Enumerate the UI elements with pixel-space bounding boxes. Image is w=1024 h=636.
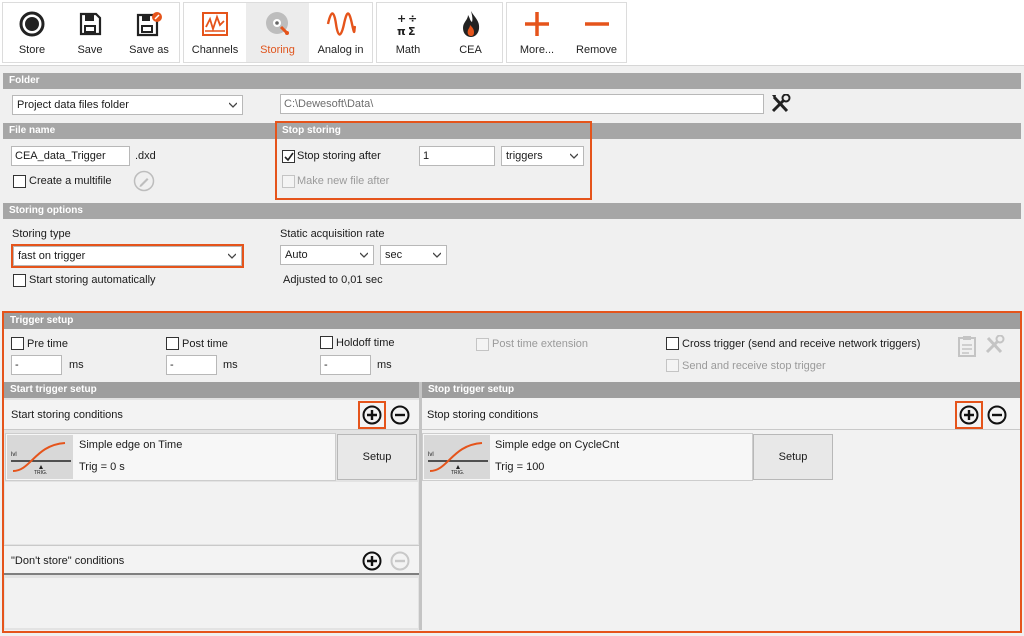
toolbar-group-file: Store Save Save as [2, 2, 180, 63]
adjusted-rate-text: Adjusted to 0,01 sec [283, 274, 383, 286]
more-button[interactable]: More... [507, 3, 567, 62]
toolbar-group-edit: More... Remove [506, 2, 627, 63]
minus-icon [584, 22, 609, 26]
folder-select-value: Project data files folder [17, 99, 129, 111]
storing-icon [265, 12, 289, 35]
toolbar: Store Save Save as Channels Storing Anal… [0, 0, 1024, 66]
folder-path-field[interactable]: C:\Dewesoft\Data\ [280, 94, 764, 114]
analog-in-icon [326, 12, 356, 36]
static-rate-unit-value: sec [385, 249, 403, 261]
storing-type-label: Storing type [12, 228, 71, 240]
analog-in-button[interactable]: Analog in [309, 3, 372, 62]
chevron-down-icon [229, 102, 237, 108]
flame-icon [462, 11, 479, 37]
save-as-icon [136, 12, 162, 37]
save-as-button[interactable]: Save as [119, 3, 179, 62]
folder-select[interactable]: Project data files folder [12, 95, 243, 115]
file-name-input[interactable]: CEA_data_Trigger [11, 146, 130, 166]
storing-tab[interactable]: Storing [246, 3, 309, 62]
store-icon [19, 11, 45, 37]
file-name-header: File name [3, 123, 276, 139]
cea-label: CEA [459, 44, 482, 56]
stop-storing-highlight [275, 121, 592, 200]
save-as-label: Save as [129, 44, 169, 56]
multifile-checkbox[interactable] [13, 175, 26, 188]
remove-label: Remove [576, 44, 617, 56]
tools-icon[interactable] [770, 94, 792, 114]
math-label: Math [395, 44, 421, 56]
storing-options-header: Storing options [3, 203, 1021, 219]
static-rate-select[interactable]: Auto [280, 245, 374, 265]
math-icon: + ÷π Σ [397, 12, 417, 37]
store-label: Store [18, 44, 46, 56]
analog-in-label: Analog in [317, 44, 364, 56]
storing-label: Storing [260, 44, 295, 56]
static-rate-value: Auto [285, 249, 308, 261]
static-rate-unit-select[interactable]: sec [380, 245, 447, 265]
store-button[interactable]: Store [3, 3, 61, 62]
math-button[interactable]: + ÷ π Σ Math [377, 3, 439, 62]
file-extension: .dxd [135, 150, 156, 162]
save-icon [79, 12, 102, 36]
toolbar-group-math: + ÷ π Σ Math CEA [376, 2, 503, 63]
plus-icon [525, 12, 549, 36]
svg-text:+: + [397, 12, 406, 25]
static-rate-label: Static acquisition rate [280, 228, 385, 240]
edit-pencil-icon[interactable] [133, 170, 155, 192]
save-button[interactable]: Save [61, 3, 119, 62]
multifile-label: Create a multifile [29, 175, 112, 187]
trigger-setup-highlight [2, 311, 1022, 633]
chevron-down-icon [360, 252, 368, 258]
start-storing-auto-checkbox[interactable] [13, 274, 26, 287]
toolbar-group-setup: Channels Storing Analog in [183, 2, 373, 63]
chevron-down-icon [433, 252, 441, 258]
channels-icon [202, 12, 228, 36]
more-label: More... [519, 44, 555, 56]
channels-button[interactable]: Channels [184, 3, 246, 62]
svg-text:π: π [397, 25, 406, 37]
svg-text:Σ: Σ [408, 25, 416, 37]
channels-label: Channels [191, 44, 239, 56]
folder-header: Folder [3, 73, 1021, 89]
remove-button[interactable]: Remove [567, 3, 626, 62]
svg-text:÷: ÷ [408, 12, 417, 25]
save-label: Save [77, 44, 103, 56]
storing-type-highlight [11, 244, 244, 268]
start-storing-auto-label: Start storing automatically [29, 274, 156, 286]
cea-button[interactable]: CEA [439, 3, 502, 62]
